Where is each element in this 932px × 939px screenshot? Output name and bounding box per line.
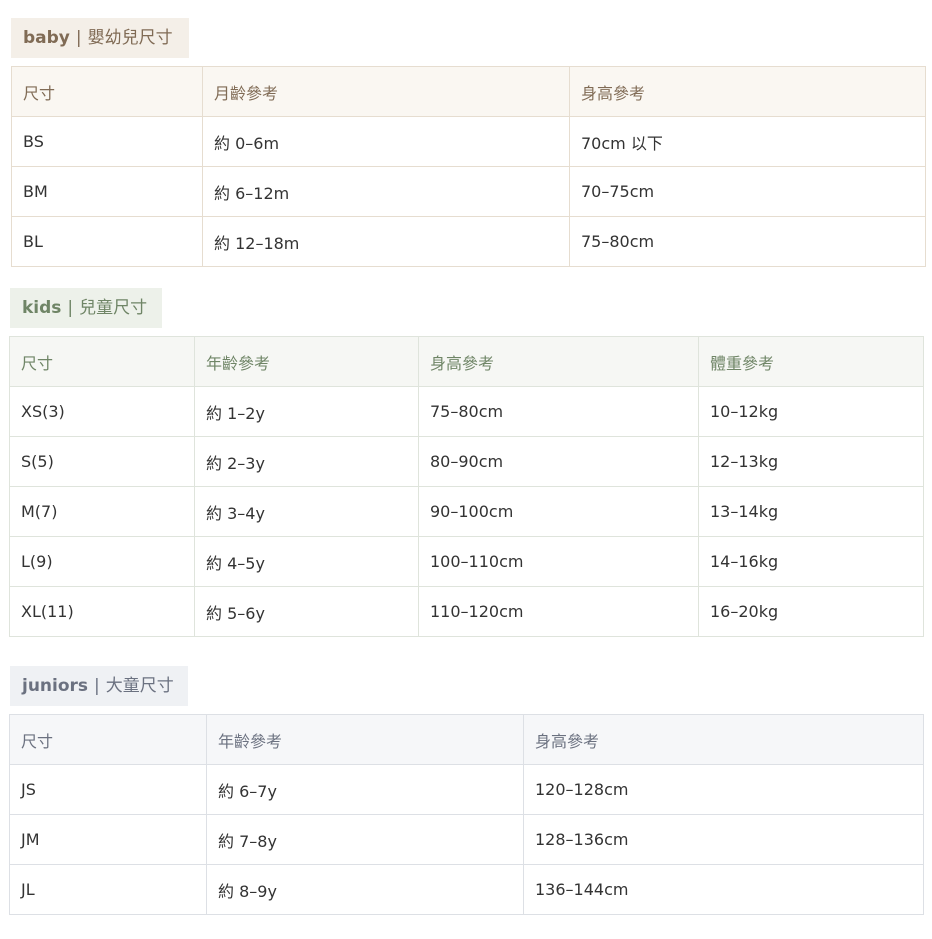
column-header: 體重參考 bbox=[698, 336, 924, 387]
table-cell: 約 6–12m bbox=[202, 166, 570, 217]
table-cell: 約 6–7y bbox=[206, 764, 524, 815]
table-cell: 100–110cm bbox=[418, 536, 699, 587]
table-cell: JL bbox=[9, 864, 207, 915]
table-cell: 12–13kg bbox=[698, 436, 924, 487]
baby-tag-en: baby bbox=[23, 28, 70, 48]
juniors-tag-en: juniors bbox=[22, 676, 89, 696]
kids-section-tag: kids | 兒童尺寸 bbox=[10, 288, 162, 328]
tag-separator: | bbox=[67, 298, 74, 318]
table-cell: 70cm 以下 bbox=[569, 116, 926, 167]
table-row: JL 約 8–9y 136–144cm bbox=[9, 864, 924, 915]
table-cell: 80–90cm bbox=[418, 436, 699, 487]
table-cell: XS(3) bbox=[9, 386, 195, 437]
table-cell: BL bbox=[11, 216, 203, 267]
table-row: BM 約 6–12m 70–75cm bbox=[11, 166, 926, 217]
column-header: 身高參考 bbox=[523, 714, 924, 765]
kids-size-table: 尺寸 年齡參考 身高參考 體重參考 XS(3) 約 1–2y 75–80cm 1… bbox=[9, 336, 924, 637]
column-header: 尺寸 bbox=[9, 336, 195, 387]
table-cell: 75–80cm bbox=[418, 386, 699, 437]
table-cell: 128–136cm bbox=[523, 814, 924, 865]
table-row: JM 約 7–8y 128–136cm bbox=[9, 814, 924, 865]
table-row: BS 約 0–6m 70cm 以下 bbox=[11, 116, 926, 167]
table-cell: 136–144cm bbox=[523, 864, 924, 915]
table-row: XS(3) 約 1–2y 75–80cm 10–12kg bbox=[9, 386, 924, 437]
kids-tag-zh: 兒童尺寸 bbox=[79, 298, 148, 318]
column-header: 身高參考 bbox=[569, 66, 926, 117]
table-cell: S(5) bbox=[9, 436, 195, 487]
table-cell: JM bbox=[9, 814, 207, 865]
table-header-row: 尺寸 年齡參考 身高參考 體重參考 bbox=[9, 336, 924, 387]
tag-separator: | bbox=[75, 28, 82, 48]
column-header: 月齡參考 bbox=[202, 66, 570, 117]
juniors-section-tag: juniors | 大童尺寸 bbox=[10, 666, 188, 706]
table-cell: 14–16kg bbox=[698, 536, 924, 587]
table-cell: 約 2–3y bbox=[194, 436, 419, 487]
table-cell: 13–14kg bbox=[698, 486, 924, 537]
baby-section-tag: baby | 嬰幼兒尺寸 bbox=[11, 18, 189, 58]
baby-size-table: 尺寸 月齡參考 身高參考 BS 約 0–6m 70cm 以下 BM 約 6–12… bbox=[11, 66, 926, 267]
table-cell: 約 8–9y bbox=[206, 864, 524, 915]
juniors-size-table: 尺寸 年齡參考 身高參考 JS 約 6–7y 120–128cm JM 約 7–… bbox=[9, 714, 924, 915]
table-cell: 約 4–5y bbox=[194, 536, 419, 587]
column-header: 身高參考 bbox=[418, 336, 699, 387]
table-cell: 75–80cm bbox=[569, 216, 926, 267]
column-header: 尺寸 bbox=[9, 714, 207, 765]
table-cell: 70–75cm bbox=[569, 166, 926, 217]
table-cell: 約 5–6y bbox=[194, 586, 419, 637]
table-row: JS 約 6–7y 120–128cm bbox=[9, 764, 924, 815]
table-row: M(7) 約 3–4y 90–100cm 13–14kg bbox=[9, 486, 924, 537]
table-header-row: 尺寸 月齡參考 身高參考 bbox=[11, 66, 926, 117]
table-cell: BS bbox=[11, 116, 203, 167]
table-row: S(5) 約 2–3y 80–90cm 12–13kg bbox=[9, 436, 924, 487]
table-cell: 110–120cm bbox=[418, 586, 699, 637]
table-cell: 約 12–18m bbox=[202, 216, 570, 267]
table-row: XL(11) 約 5–6y 110–120cm 16–20kg bbox=[9, 586, 924, 637]
table-cell: 約 3–4y bbox=[194, 486, 419, 537]
column-header: 尺寸 bbox=[11, 66, 203, 117]
column-header: 年齡參考 bbox=[194, 336, 419, 387]
column-header: 年齡參考 bbox=[206, 714, 524, 765]
table-cell: L(9) bbox=[9, 536, 195, 587]
table-cell: XL(11) bbox=[9, 586, 195, 637]
baby-tag-zh: 嬰幼兒尺寸 bbox=[87, 28, 173, 48]
kids-tag-en: kids bbox=[22, 298, 62, 318]
tag-separator: | bbox=[94, 676, 100, 696]
table-cell: 90–100cm bbox=[418, 486, 699, 537]
table-cell: 約 0–6m bbox=[202, 116, 570, 167]
table-cell: 約 7–8y bbox=[206, 814, 524, 865]
table-cell: JS bbox=[9, 764, 207, 815]
table-row: BL 約 12–18m 75–80cm bbox=[11, 216, 926, 267]
table-cell: 120–128cm bbox=[523, 764, 924, 815]
table-cell: 16–20kg bbox=[698, 586, 924, 637]
table-cell: 10–12kg bbox=[698, 386, 924, 437]
table-row: L(9) 約 4–5y 100–110cm 14–16kg bbox=[9, 536, 924, 587]
table-cell: M(7) bbox=[9, 486, 195, 537]
table-cell: 約 1–2y bbox=[194, 386, 419, 437]
table-header-row: 尺寸 年齡參考 身高參考 bbox=[9, 714, 924, 765]
table-cell: BM bbox=[11, 166, 203, 217]
juniors-tag-zh: 大童尺寸 bbox=[105, 676, 174, 696]
